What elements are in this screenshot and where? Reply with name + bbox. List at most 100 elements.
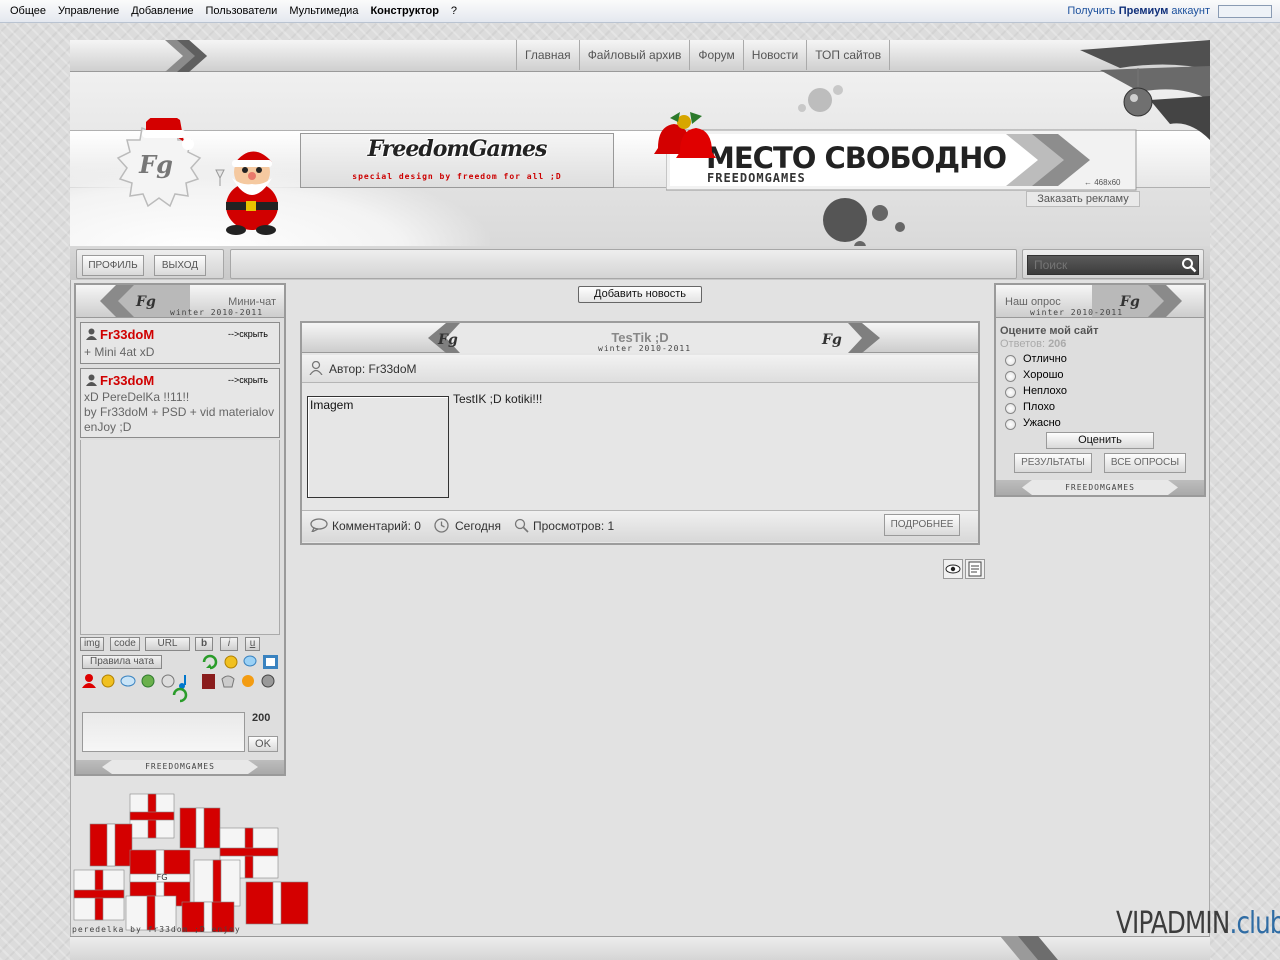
ad-subtitle: FREEDOMGAMES <box>707 171 806 185</box>
fg-small-logo-icon: Fg <box>437 332 458 348</box>
toolbar-middle-panel <box>230 249 1017 279</box>
chat-char-counter: 200 <box>252 712 271 724</box>
christmas-bells-icon <box>654 112 716 158</box>
chat-message-text: enJoy ;D <box>84 420 132 434</box>
poll-vote-button[interactable]: Оценить <box>1046 432 1154 449</box>
chat-message: Fr33doM -->скрыть xD PereDelKa !!11!! by… <box>80 368 280 438</box>
news-date: Сегодня <box>455 519 501 533</box>
chat-message: Fr33doM -->скрыть + Mini 4at xD <box>80 322 280 364</box>
poll-option-label: Отлично <box>1023 353 1067 365</box>
fg-badge-logo: Fg <box>116 118 202 208</box>
svg-text:Fg: Fg <box>135 294 156 310</box>
nav-home[interactable]: Главная <box>516 40 579 70</box>
bbcode-url-button[interactable]: URL <box>145 637 190 651</box>
poll-answers-label: Ответов: <box>1000 338 1045 350</box>
bbcode-italic-button[interactable]: i <box>220 637 238 651</box>
admin-bar: Общее Управление Добавление Пользователи… <box>0 0 1280 23</box>
poll-option-label: Хорошо <box>1023 369 1064 381</box>
admin-menu-general[interactable]: Общее <box>4 0 52 22</box>
poll-answers-count: Ответов: 206 <box>1000 338 1066 350</box>
bbcode-underline-button[interactable]: u <box>245 637 260 651</box>
mini-chat-title: Мини-чат <box>228 296 276 308</box>
news-subtitle: winter 2010-2011 <box>598 344 692 353</box>
bbcode-code-button[interactable]: code <box>110 637 140 651</box>
chat-send-button[interactable]: OK <box>248 736 278 752</box>
bar-toggle-slider[interactable] <box>1218 5 1272 18</box>
badge-text: Fg <box>138 150 173 179</box>
search-icon[interactable] <box>1181 257 1197 273</box>
admin-menu-add[interactable]: Добавление <box>125 0 199 22</box>
chat-message-text: by Fr33doM + PSD + vid materialov <box>84 405 275 419</box>
main-nav: Главная Файловый архив Форум Новости ТОП… <box>516 40 891 72</box>
bottom-arrow-decor <box>1000 936 1058 960</box>
mini-chat-subtitle: winter 2010-2011 <box>170 308 264 317</box>
chat-message-text: xD PereDelKa !!11!! <box>84 390 190 404</box>
poll-radio-option[interactable] <box>1005 403 1016 414</box>
news-comments[interactable]: Комментарий: 0 <box>332 519 421 533</box>
poll-radio-option[interactable] <box>1005 387 1016 398</box>
gift-boxes-icon: FG <box>73 793 309 933</box>
poll-title: Наш опрос <box>1005 296 1061 308</box>
eye-icon[interactable] <box>943 559 963 579</box>
chat-tool-icons[interactable] <box>202 654 280 670</box>
news-title[interactable]: TesTik ;D <box>560 330 720 345</box>
chat-username[interactable]: Fr33doM <box>100 327 154 342</box>
admin-menu: Общее Управление Добавление Пользователи… <box>4 0 463 22</box>
poll-radio-option[interactable] <box>1005 371 1016 382</box>
user-icon <box>309 361 323 375</box>
nav-top-sites[interactable]: ТОП сайтов <box>806 40 891 70</box>
order-ad-link[interactable]: Заказать рекламу <box>1026 191 1140 207</box>
chat-username[interactable]: Fr33doM <box>100 373 154 388</box>
news-views: Просмотров: 1 <box>533 519 615 533</box>
clock-icon <box>434 518 449 533</box>
premium-prefix: Получить <box>1067 5 1116 17</box>
premium-link[interactable]: Получить Премиум аккаунт <box>1067 0 1210 22</box>
nav-news[interactable]: Новости <box>742 40 806 70</box>
read-more-button[interactable]: ПОДРОБНЕЕ <box>884 514 960 536</box>
magnifier-icon <box>514 518 529 533</box>
news-footer: Комментарий: 0 Сегодня Просмотров: 1 <box>302 510 978 542</box>
chat-message-input[interactable] <box>82 712 245 752</box>
nav-forum[interactable]: Форум <box>689 40 742 70</box>
news-text: TestIK ;D kotiki!!! <box>453 392 543 406</box>
poll-results-button[interactable]: РЕЗУЛЬТАТЫ <box>1014 453 1092 473</box>
chat-footer-label: FREEDOMGAMES <box>145 762 215 771</box>
site-logo-subtitle: special design by freedom for all ;D <box>352 172 562 181</box>
chat-rules-button[interactable]: Правила чата <box>82 655 162 669</box>
chat-smiles-icons[interactable] <box>82 673 278 707</box>
chat-hide-link[interactable]: -->скрыть <box>228 329 268 339</box>
chat-message-area <box>80 440 280 635</box>
document-icon[interactable] <box>965 559 985 579</box>
poll-answers-number: 206 <box>1048 338 1067 350</box>
ad-size-label: ← 468x60 <box>1084 178 1121 187</box>
admin-menu-help[interactable]: ? <box>445 0 463 22</box>
admin-menu-constructor[interactable]: Конструктор <box>364 0 444 22</box>
admin-menu-manage[interactable]: Управление <box>52 0 125 22</box>
nav-arrow-decor <box>165 40 207 72</box>
christmas-tree-branch-icon <box>1080 40 1210 140</box>
news-author: Автор: Fr33doM <box>329 362 417 376</box>
fg-small-logo-icon: Fg <box>821 332 842 348</box>
search-input[interactable] <box>1027 255 1199 275</box>
poll-subtitle: winter 2010-2011 <box>1030 308 1124 317</box>
chat-message-text: + Mini 4at xD <box>84 345 155 359</box>
profile-button[interactable]: ПРОФИЛЬ <box>82 255 144 276</box>
svg-text:Fg: Fg <box>821 332 842 348</box>
premium-bold: Премиум <box>1118 5 1169 17</box>
footer-credit: peredelka by fr33dom ;D enjoy <box>72 925 241 934</box>
user-icon <box>86 328 97 340</box>
logout-button[interactable]: ВЫХОД <box>154 255 206 276</box>
chat-footer: FREEDOMGAMES <box>76 760 284 774</box>
poll-all-button[interactable]: ВСЕ ОПРОСЫ <box>1104 453 1186 473</box>
bbcode-bold-button[interactable]: b <box>195 637 213 651</box>
add-news-button[interactable]: Добавить новость <box>578 286 702 303</box>
poll-radio-option[interactable] <box>1005 419 1016 430</box>
watermark-suffix: .club <box>1229 906 1280 941</box>
news-image[interactable]: Imagem <box>307 396 449 498</box>
admin-menu-users[interactable]: Пользователи <box>200 0 284 22</box>
admin-menu-media[interactable]: Мультимедиа <box>283 0 364 22</box>
chat-hide-link[interactable]: -->скрыть <box>228 375 268 385</box>
poll-radio-option[interactable] <box>1005 355 1016 366</box>
bbcode-img-button[interactable]: img <box>80 637 104 651</box>
nav-files[interactable]: Файловый архив <box>578 40 690 70</box>
